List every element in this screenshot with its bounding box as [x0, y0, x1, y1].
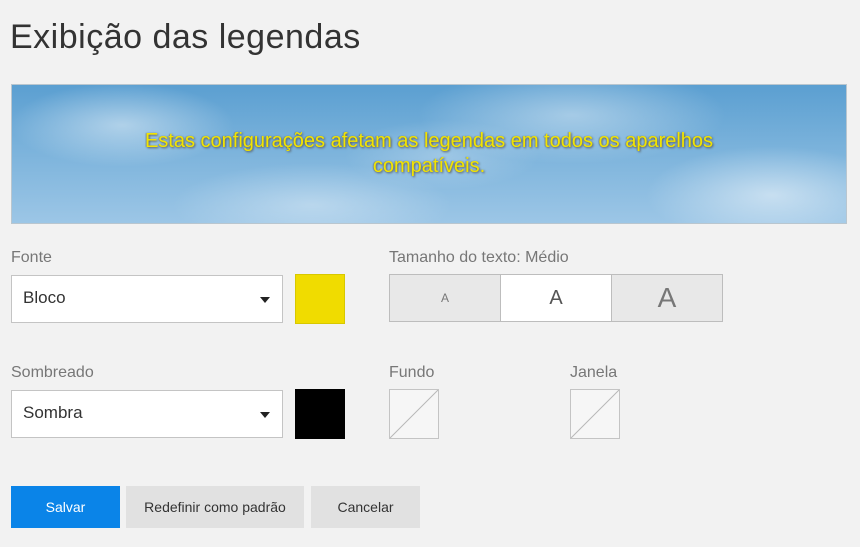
caption-preview: Estas configurações afetam as legendas e… [11, 84, 847, 224]
chevron-down-icon [260, 297, 270, 303]
font-select-value: Bloco [23, 288, 66, 307]
background-label: Fundo [389, 364, 435, 381]
reset-default-button[interactable]: Redefinir como padrão [126, 486, 304, 528]
chevron-down-icon [260, 412, 270, 418]
font-select[interactable]: Bloco [11, 275, 283, 323]
shadow-color-swatch[interactable] [295, 389, 345, 439]
no-color-icon [571, 390, 619, 438]
shadow-label: Sombreado [11, 364, 94, 381]
save-button[interactable]: Salvar [11, 486, 120, 528]
no-color-icon [390, 390, 438, 438]
preview-caption: Estas configurações afetam as legendas e… [144, 130, 714, 177]
font-label: Fonte [11, 249, 52, 266]
subtitle-settings-page: Exibição das legendas Estas configuraçõe… [0, 0, 860, 547]
shadow-select-value: Sombra [23, 403, 83, 422]
text-size-large-option[interactable]: A [611, 275, 722, 321]
window-color-swatch[interactable] [570, 389, 620, 439]
cancel-button[interactable]: Cancelar [311, 486, 420, 528]
text-size-small-option[interactable]: A [390, 275, 500, 321]
window-label: Janela [570, 364, 618, 381]
text-size-label: Tamanho do texto: Médio [389, 249, 569, 266]
text-size-medium-option[interactable]: A [500, 275, 611, 321]
shadow-select[interactable]: Sombra [11, 390, 283, 438]
background-color-swatch[interactable] [389, 389, 439, 439]
text-size-selector: A A A [389, 274, 723, 322]
font-color-swatch[interactable] [295, 274, 345, 324]
page-title: Exibição das legendas [10, 18, 361, 56]
